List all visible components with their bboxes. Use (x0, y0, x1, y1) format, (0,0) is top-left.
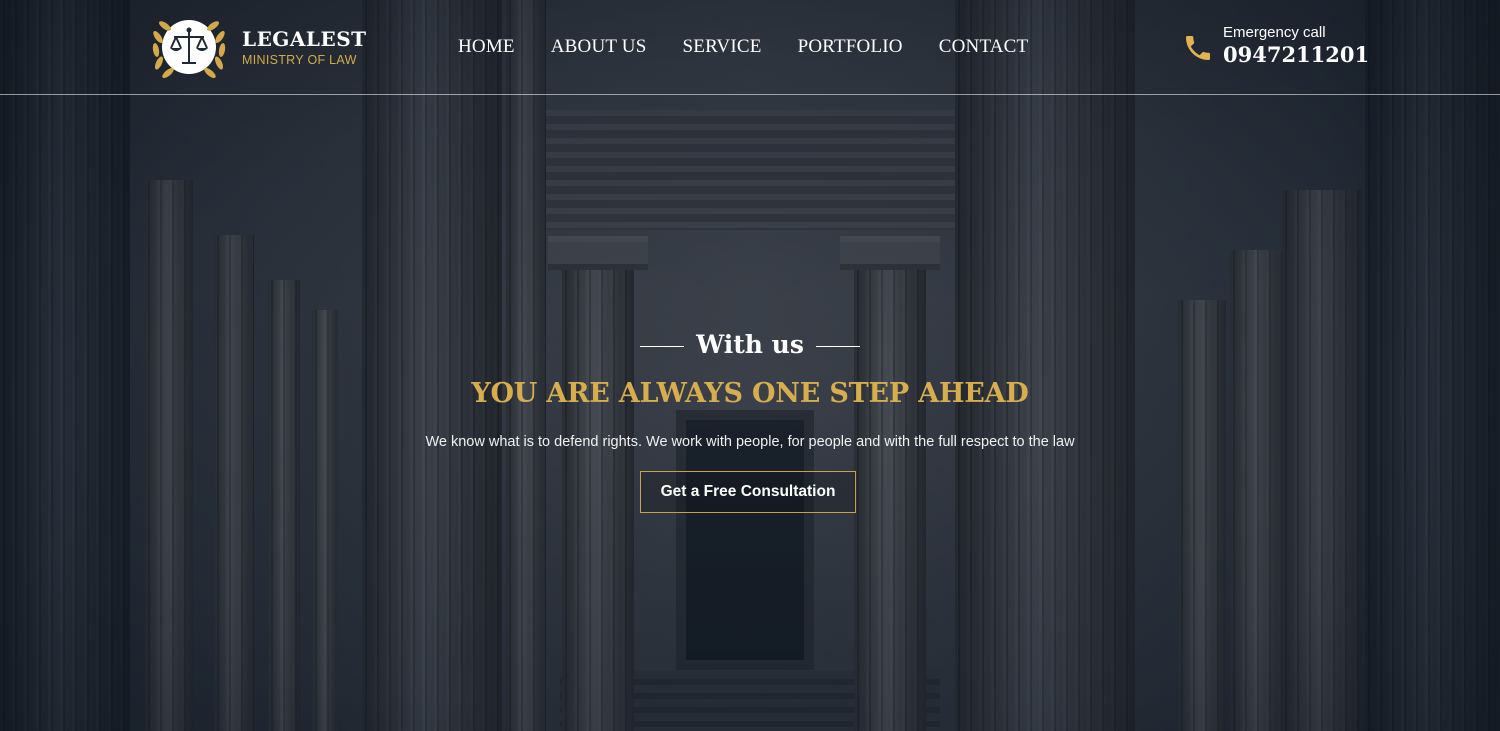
nav-portfolio[interactable]: PORTFOLIO (798, 36, 903, 58)
nav-about-us[interactable]: ABOUT US (551, 36, 647, 58)
free-consultation-button[interactable]: Get a Free Consultation (640, 471, 856, 513)
site-header: LEGALEST MINISTRY OF LAW HOME ABOUT US S… (0, 0, 1500, 95)
brand-subtitle: MINISTRY OF LAW (242, 53, 357, 67)
divider-right (815, 346, 860, 347)
emergency-label: Emergency call (1223, 24, 1326, 41)
emergency-number[interactable]: 0947211201 (1223, 42, 1369, 67)
nav-home[interactable]: HOME (458, 36, 515, 58)
nav-service[interactable]: SERVICE (683, 36, 762, 58)
hero-eyebrow: With us (0, 330, 1500, 359)
emergency-call[interactable]: Emergency call 0947211201 (1182, 24, 1369, 67)
brand-name: LEGALEST (242, 27, 367, 51)
phone-icon (1186, 36, 1210, 60)
scales-of-justice-laurel-icon (152, 20, 226, 79)
main-nav: HOME ABOUT US SERVICE PORTFOLIO CONTACT (458, 36, 1064, 58)
hero-tagline: We know what is to defend rights. We wor… (425, 434, 1075, 450)
divider-left (640, 346, 685, 347)
logo[interactable]: LEGALEST MINISTRY OF LAW (146, 10, 367, 84)
hero-headline: YOU ARE ALWAYS ONE STEP AHEAD (471, 378, 1029, 409)
hero-background-colonnade (0, 0, 1500, 731)
hero-eyebrow-text: With us (696, 330, 804, 359)
nav-contact[interactable]: CONTACT (939, 36, 1029, 58)
